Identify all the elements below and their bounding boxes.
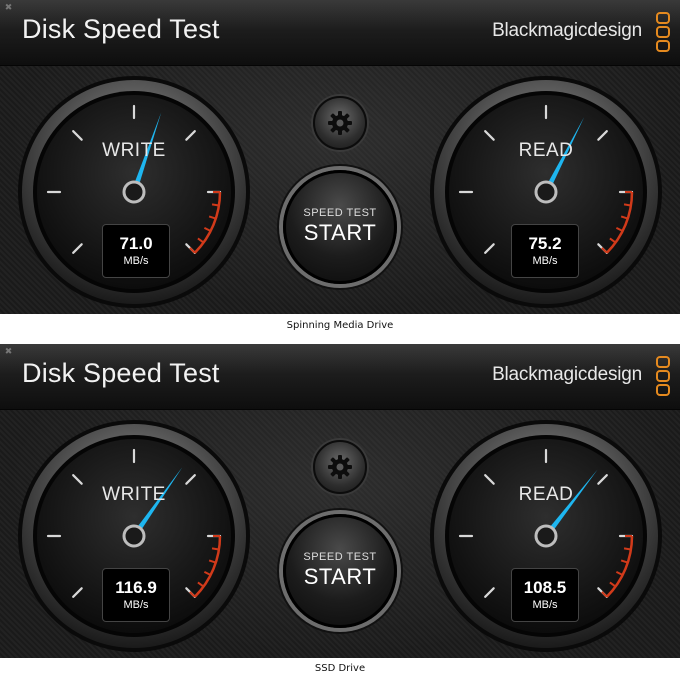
- start-button-label: START: [303, 564, 377, 589]
- title-bar: ✖ Disk Speed Test Blackmagicdesign: [0, 344, 680, 410]
- gauge-redline-tick: [623, 203, 632, 207]
- read-speed-value: 75.2: [528, 234, 562, 253]
- start-button-caption: SPEED TEST: [303, 207, 377, 219]
- write-gauge-label: WRITE: [102, 140, 166, 161]
- read-speed-value: 108.5: [523, 578, 567, 597]
- close-icon[interactable]: ✖: [4, 348, 13, 357]
- brand-name: Blackmagicdesign: [492, 364, 642, 385]
- write-speed-readout: 71.0 MB/s: [102, 224, 170, 278]
- gear-icon: [328, 111, 352, 135]
- read-gauge-label: READ: [518, 484, 574, 505]
- read-speed-unit: MB/s: [532, 599, 558, 611]
- gear-icon: [328, 455, 352, 479]
- app-title: Disk Speed Test: [22, 14, 220, 44]
- speed-test-start-button[interactable]: SPEED TEST START: [283, 170, 397, 284]
- read-speed-unit: MB/s: [532, 255, 558, 267]
- gauge-hub: [122, 524, 146, 548]
- brand-name: Blackmagicdesign: [492, 20, 642, 41]
- read-gauge-label: READ: [518, 140, 574, 161]
- read-speed-readout: 75.2 MB/s: [511, 224, 579, 278]
- settings-button[interactable]: [313, 96, 367, 150]
- start-button-label: START: [303, 220, 377, 245]
- write-speed-readout: 116.9 MB/s: [102, 568, 170, 622]
- write-speed-unit: MB/s: [123, 255, 149, 267]
- speed-test-start-button[interactable]: SPEED TEST START: [283, 514, 397, 628]
- settings-button[interactable]: [313, 440, 367, 494]
- write-speed-value: 116.9: [115, 578, 157, 597]
- drive-caption: SSD Drive: [314, 663, 366, 674]
- write-speed-value: 71.0: [119, 234, 153, 253]
- gauge-redline-tick: [211, 547, 220, 551]
- gauge-hub: [534, 180, 558, 204]
- gauge-hub: [122, 180, 146, 204]
- title-bar: ✖ Disk Speed Test Blackmagicdesign: [0, 0, 680, 66]
- gauge-redline-tick: [211, 203, 220, 207]
- write-speed-unit: MB/s: [123, 599, 149, 611]
- gauge-area: WRITE 71.0 MB/s SPEED TEST START READ 75…: [0, 66, 680, 314]
- gauge-area: WRITE 116.9 MB/s SPEED TEST START READ 1…: [0, 410, 680, 658]
- gauge-hub: [534, 524, 558, 548]
- speed-test-window-2: ✖ Disk Speed Test Blackmagicdesign WRITE…: [0, 344, 680, 658]
- blackmagic-logo-icon: [656, 356, 672, 400]
- write-gauge-label: WRITE: [102, 484, 166, 505]
- app-title: Disk Speed Test: [22, 358, 220, 388]
- speed-test-window-1: ✖ Disk Speed Test Blackmagicdesign WRITE…: [0, 0, 680, 314]
- blackmagic-logo-icon: [656, 12, 672, 56]
- gauge-redline-tick: [623, 547, 632, 551]
- drive-caption: Spinning Media Drive: [286, 320, 394, 331]
- read-speed-readout: 108.5 MB/s: [511, 568, 579, 622]
- close-icon[interactable]: ✖: [4, 4, 13, 13]
- start-button-caption: SPEED TEST: [303, 551, 377, 563]
